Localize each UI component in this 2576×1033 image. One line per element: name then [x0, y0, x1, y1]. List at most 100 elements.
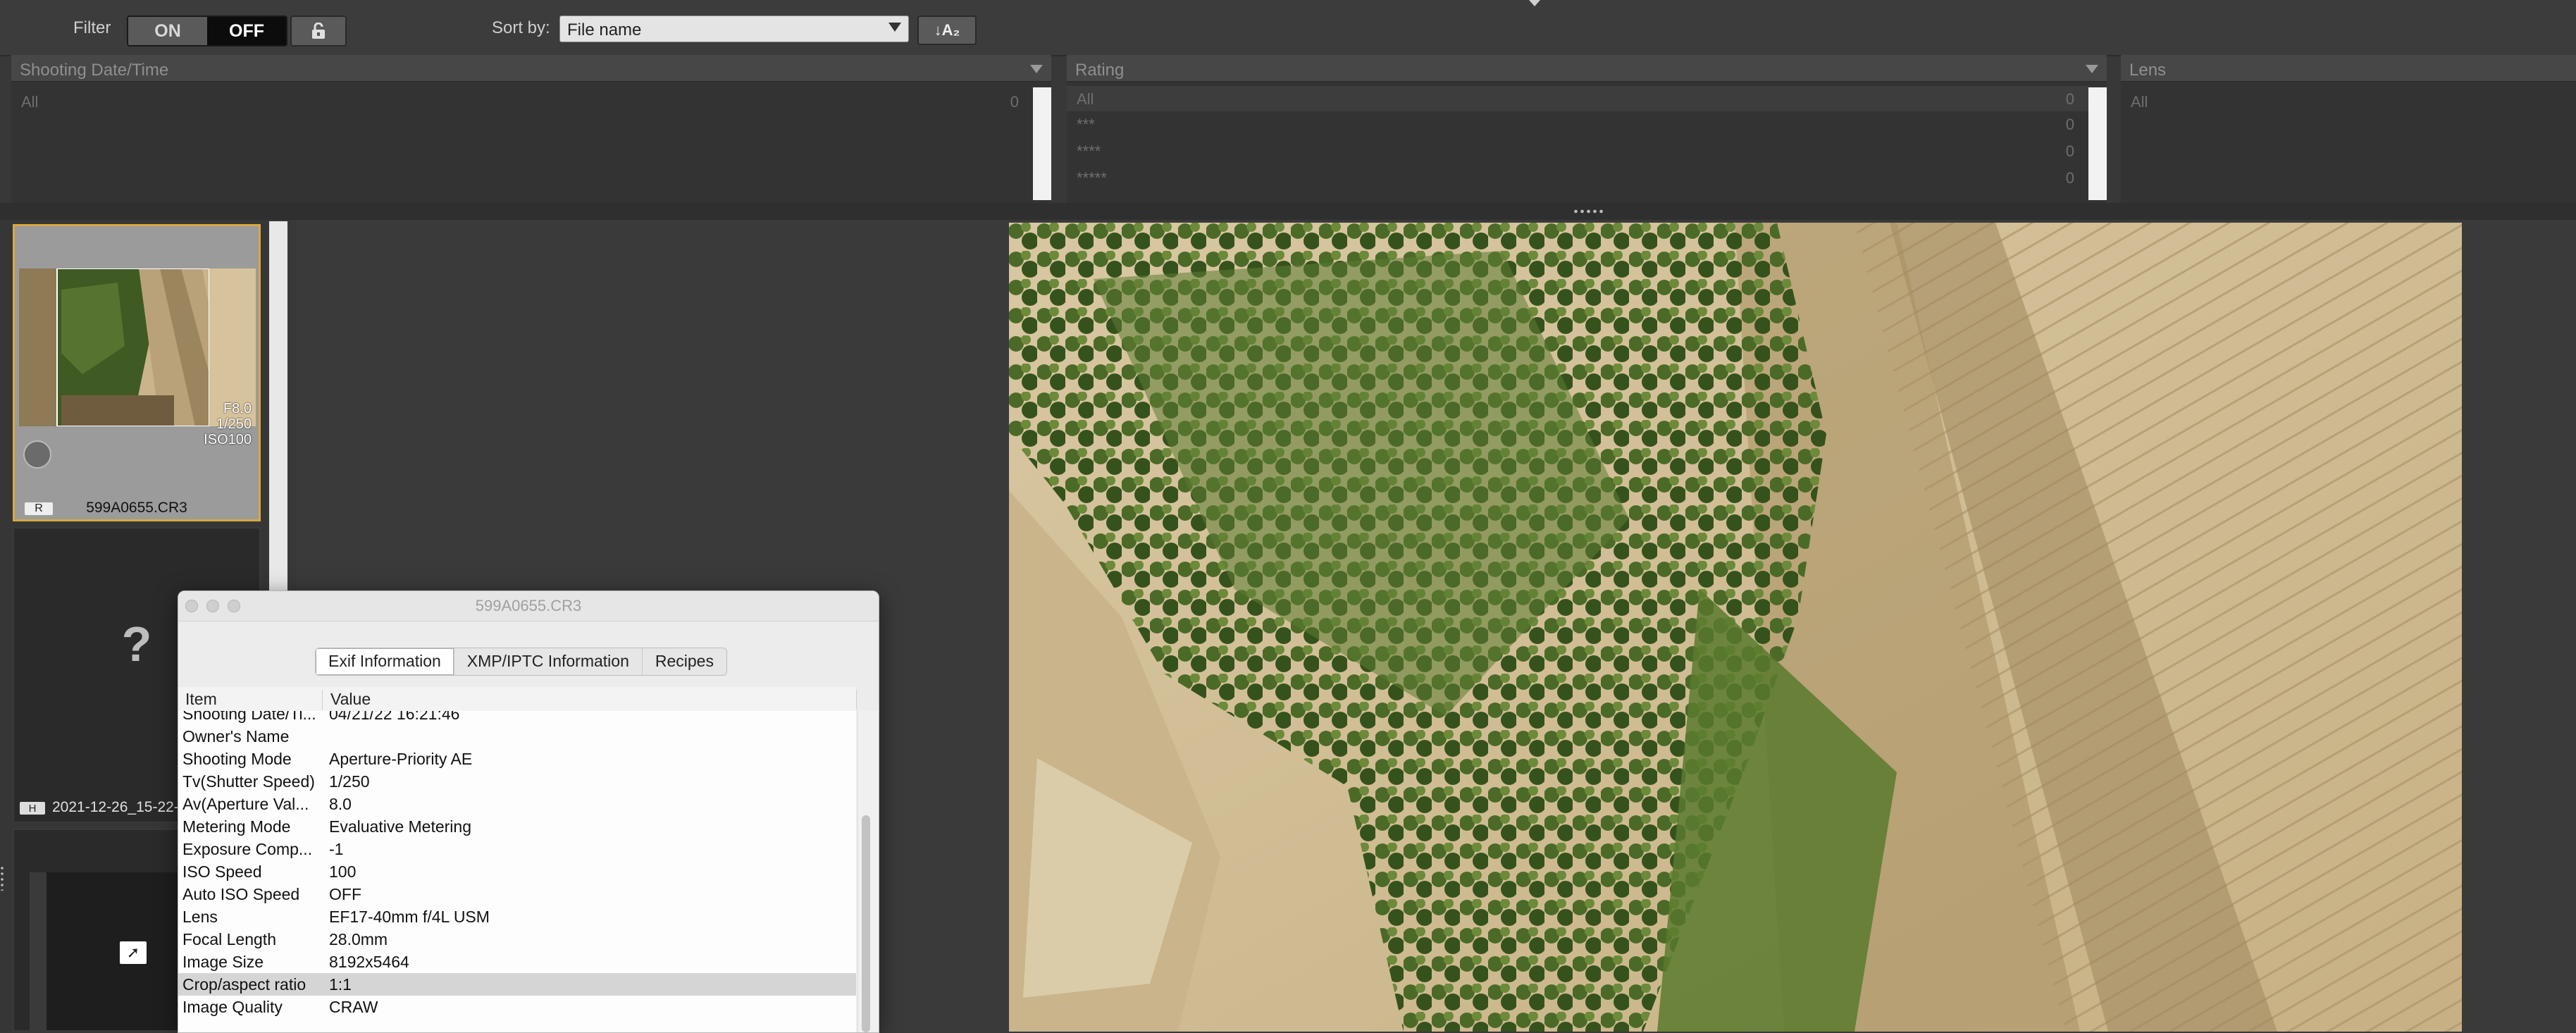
row-item: Metering Mode [182, 817, 291, 836]
scrollbar[interactable] [1033, 87, 1051, 200]
filter-toolbar [0, 0, 2576, 56]
filter-row-count: 0 [2065, 90, 2074, 108]
row-value: 8192x5464 [329, 953, 409, 971]
thumbnail-filename: 2021-12-26_15-22- [52, 799, 179, 815]
filter-off-button[interactable]: OFF [207, 17, 286, 45]
sort-order-button[interactable]: ↓A₂ [917, 16, 977, 45]
tab-xmp-iptc[interactable]: XMP/IPTC Information [454, 648, 643, 675]
filter-row-count: 0 [2065, 142, 2074, 160]
filter-on-button[interactable]: ON [128, 17, 207, 45]
filter-row[interactable]: All 0 [1067, 86, 2088, 111]
row-value: EF17-40mm f/4L USM [329, 908, 490, 926]
filter-row[interactable]: All 0 [11, 89, 1033, 114]
filter-row-label: All [1077, 90, 1094, 108]
filter-row-count: 0 [2065, 169, 2074, 187]
filter-row-label: All [21, 93, 39, 111]
thumbnail-filename: 599A0655.CR3 [86, 500, 187, 516]
table-row-selected[interactable]: Crop/aspect ratio 1:1 [178, 973, 856, 996]
row-item: Exposure Comp... [182, 840, 313, 858]
filter-row[interactable]: *** 0 [1067, 111, 2088, 137]
table-row[interactable]: Owner's Name [178, 725, 856, 748]
info-tabbar: Exif Information XMP/IPTC Information Re… [315, 648, 727, 676]
thumbnail-iso: ISO100 [204, 432, 252, 447]
panel-splitter[interactable] [0, 203, 2576, 220]
filter-column-rating: Rating All 0 *** 0 **** 0 ***** 0 [1067, 55, 2107, 203]
table-row[interactable]: Shooting Mode Aperture-Priority AE [178, 748, 856, 770]
table-row[interactable]: ISO Speed 100 [178, 860, 856, 883]
info-dialog: 599A0655.CR3 Exif Information XMP/IPTC I… [178, 590, 879, 1033]
share-arrow-icon[interactable]: ➚ [120, 941, 147, 964]
table-header: Item Value [178, 687, 856, 712]
filter-column-lens: Lens All [2121, 55, 2576, 203]
edit-recipe-icon[interactable] [23, 440, 51, 469]
filter-column-header[interactable]: Rating [1067, 55, 2107, 82]
row-value: OFF [329, 885, 361, 903]
row-item: Shooting Date/Ti... [182, 711, 316, 723]
exif-table: Shooting Date/Ti... 04/21/22 16:21:46 Ow… [178, 711, 856, 1032]
filter-row[interactable]: All [2121, 89, 2572, 114]
row-item: Image Size [182, 953, 264, 971]
table-row[interactable]: Shooting Date/Ti... 04/21/22 16:21:46 [178, 711, 856, 725]
dialog-titlebar[interactable]: 599A0655.CR3 [178, 591, 879, 621]
tab-exif[interactable]: Exif Information [316, 648, 454, 675]
table-row[interactable]: Lens EF17-40mm f/4L USM [178, 905, 856, 928]
thumbnail-item-selected[interactable]: F8.0 1/250 ISO100 R 599A0655.CR3 [13, 224, 261, 521]
row-item: Shooting Mode [182, 750, 292, 768]
row-item: Lens [182, 908, 218, 926]
filter-row-label: *** [1077, 116, 1095, 133]
filter-column-header[interactable]: Shooting Date/Time [11, 55, 1051, 82]
filter-row[interactable]: ***** 0 [1067, 165, 2088, 190]
filter-column-title: Lens [2129, 61, 2167, 80]
table-row[interactable]: Auto ISO Speed OFF [178, 883, 856, 905]
table-row[interactable]: Image Quality CRAW [178, 996, 856, 1018]
row-value: 8.0 [329, 795, 352, 813]
tab-recipes[interactable]: Recipes [643, 648, 726, 675]
filter-column-date: Shooting Date/Time All 0 [11, 55, 1051, 203]
scrollbar[interactable] [2088, 87, 2107, 200]
collapse-arrow-icon[interactable] [1529, 0, 1540, 6]
filter-row-label: **** [1077, 142, 1101, 160]
chevron-down-icon [1030, 65, 1043, 73]
filter-row-count: 0 [2065, 116, 2074, 133]
chevron-down-icon [2086, 65, 2098, 73]
thumbnail-aperture: F8.0 [223, 401, 252, 416]
row-item: Owner's Name [182, 727, 290, 746]
heif-badge: H [20, 802, 45, 815]
column-header-item[interactable]: Item [185, 690, 217, 709]
row-value: 100 [329, 862, 357, 881]
filter-column-title: Shooting Date/Time [20, 61, 169, 80]
table-row[interactable]: Exposure Comp... -1 [178, 838, 856, 860]
lock-filter-button[interactable] [290, 16, 347, 47]
padlock-icon [312, 23, 325, 39]
table-row[interactable]: Metering Mode Evaluative Metering [178, 815, 856, 838]
row-item: Av(Aperture Val... [182, 795, 309, 813]
filter-label: Filter [73, 18, 111, 37]
table-row[interactable]: Av(Aperture Val... 8.0 [178, 793, 856, 815]
drag-handle-icon[interactable] [0, 865, 4, 891]
filter-column-title: Rating [1075, 61, 1125, 80]
row-value: CRAW [329, 998, 378, 1016]
row-item: Crop/aspect ratio [182, 975, 306, 994]
row-value: 28.0mm [329, 930, 388, 948]
filter-toggle[interactable]: ON OFF [127, 16, 287, 47]
row-item: Tv(Shutter Speed) [182, 772, 315, 791]
table-row[interactable]: Image Size 8192x5464 [178, 951, 856, 973]
table-row[interactable]: Tv(Shutter Speed) 1/250 [178, 770, 856, 793]
thumbnail-image [19, 268, 256, 426]
row-item: Image Quality [182, 998, 283, 1016]
column-divider[interactable] [856, 690, 857, 710]
column-divider[interactable] [322, 690, 323, 710]
scrollbar-thumb[interactable] [862, 815, 870, 1032]
filter-column-header[interactable]: Lens [2121, 55, 2576, 82]
sort-by-select[interactable]: File name [559, 16, 909, 42]
row-value: 1:1 [329, 975, 352, 994]
column-header-value[interactable]: Value [330, 690, 371, 709]
table-row[interactable]: Focal Length 28.0mm [178, 928, 856, 951]
preview-image[interactable] [1009, 223, 2462, 1032]
sort-by-label: Sort by: [492, 18, 550, 37]
drag-handle-icon[interactable] [1573, 209, 1604, 214]
row-value: 04/21/22 16:21:46 [329, 711, 460, 723]
filter-row[interactable]: **** 0 [1067, 138, 2088, 163]
filter-row-label: ***** [1077, 169, 1107, 187]
row-item: ISO Speed [182, 862, 262, 881]
